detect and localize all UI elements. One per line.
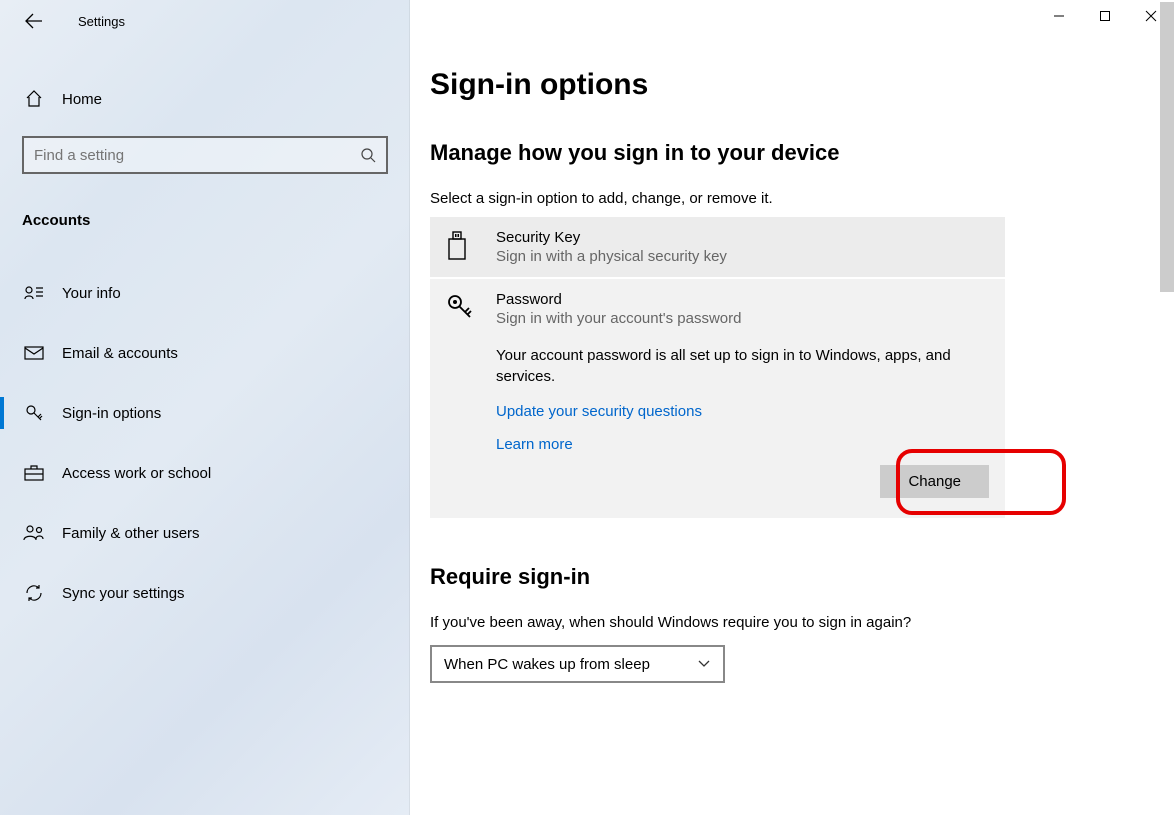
option-password-header[interactable]: Password Sign in with your account's pas… xyxy=(446,291,989,327)
titlebar: Settings xyxy=(0,0,410,42)
option-password: Password Sign in with your account's pas… xyxy=(430,277,1005,518)
option-title: Security Key xyxy=(496,229,989,246)
chevron-down-icon xyxy=(697,659,711,669)
close-icon xyxy=(1145,10,1157,22)
sidebar-item-your-info[interactable]: Your info xyxy=(0,263,410,323)
manage-heading: Manage how you sign in to your device xyxy=(430,140,1174,166)
nav-label: Email & accounts xyxy=(62,345,178,362)
require-dropdown[interactable]: When PC wakes up from sleep xyxy=(430,645,725,683)
key-icon xyxy=(22,403,46,423)
sidebar-item-family[interactable]: Family & other users xyxy=(0,503,410,563)
sidebar-item-signin[interactable]: Sign-in options xyxy=(0,383,410,443)
minimize-icon xyxy=(1053,10,1065,22)
option-password-body: Your account password is all set up to s… xyxy=(496,345,989,498)
sidebar-item-sync[interactable]: Sync your settings xyxy=(0,563,410,623)
page-title: Sign-in options xyxy=(430,68,1174,102)
manage-subtext: Select a sign-in option to add, change, … xyxy=(430,190,1174,207)
option-title: Password xyxy=(496,291,989,308)
option-desc: Sign in with a physical security key xyxy=(496,248,989,265)
maximize-button[interactable] xyxy=(1082,0,1128,32)
require-signin-section: Require sign-in If you've been away, whe… xyxy=(430,564,1174,683)
signin-option-list: Security Key Sign in with a physical sec… xyxy=(430,217,1005,518)
usb-key-icon xyxy=(446,229,484,261)
dropdown-value: When PC wakes up from sleep xyxy=(444,656,650,673)
scrollbar[interactable] xyxy=(1160,2,1174,292)
search-icon xyxy=(360,147,376,163)
minimize-button[interactable] xyxy=(1036,0,1082,32)
home-label: Home xyxy=(62,91,102,108)
sidebar-item-work[interactable]: Access work or school xyxy=(0,443,410,503)
mail-icon xyxy=(22,346,46,360)
briefcase-icon xyxy=(22,465,46,481)
window-controls xyxy=(1036,0,1174,32)
sidebar-item-email[interactable]: Email & accounts xyxy=(0,323,410,383)
password-status: Your account password is all set up to s… xyxy=(496,345,989,387)
change-button[interactable]: Change xyxy=(880,465,989,498)
option-security-key[interactable]: Security Key Sign in with a physical sec… xyxy=(430,217,1005,277)
nav-list: Your info Email & accounts Sign-in optio… xyxy=(0,263,410,623)
nav-label: Sync your settings xyxy=(62,585,185,602)
learn-more-link[interactable]: Learn more xyxy=(496,436,573,453)
sidebar: Settings Home Accounts Your info Email &… xyxy=(0,0,410,815)
back-button[interactable] xyxy=(18,5,50,37)
key-icon xyxy=(446,291,484,323)
update-questions-link[interactable]: Update your security questions xyxy=(496,403,702,420)
search-input[interactable] xyxy=(34,147,360,164)
main-panel: Sign-in options Manage how you sign in t… xyxy=(410,0,1174,815)
search-box[interactable] xyxy=(22,136,388,174)
person-card-icon xyxy=(22,285,46,301)
app-title: Settings xyxy=(78,14,125,29)
require-desc: If you've been away, when should Windows… xyxy=(430,614,1174,631)
nav-label: Family & other users xyxy=(62,525,200,542)
people-icon xyxy=(22,525,46,541)
maximize-icon xyxy=(1099,10,1111,22)
nav-label: Sign-in options xyxy=(62,405,161,422)
home-nav[interactable]: Home xyxy=(0,80,410,118)
sync-icon xyxy=(22,583,46,603)
nav-label: Your info xyxy=(62,285,121,302)
category-label: Accounts xyxy=(22,212,410,229)
option-desc: Sign in with your account's password xyxy=(496,310,989,327)
home-icon xyxy=(22,90,46,108)
arrow-left-icon xyxy=(25,12,43,30)
nav-label: Access work or school xyxy=(62,465,211,482)
content: Sign-in options Manage how you sign in t… xyxy=(410,0,1174,815)
require-heading: Require sign-in xyxy=(430,564,1174,590)
